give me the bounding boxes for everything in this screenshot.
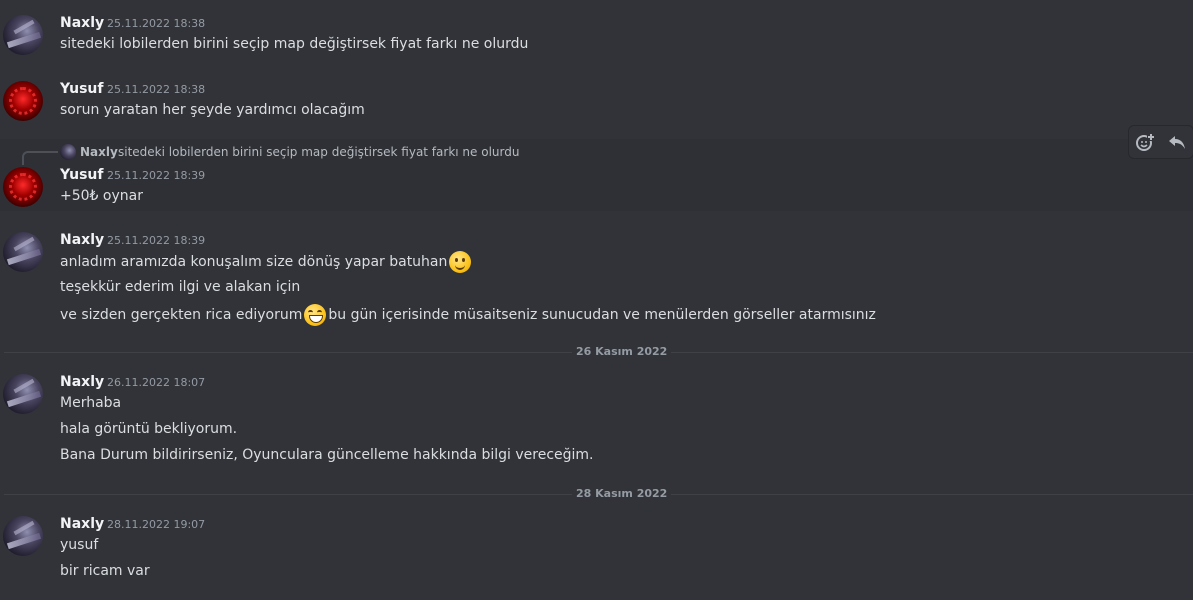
- message-actions-toolbar: [1128, 125, 1193, 159]
- reply-spine: [22, 151, 58, 165]
- author-name[interactable]: Naxly: [60, 15, 104, 31]
- avatar[interactable]: [3, 167, 43, 207]
- add-reaction-button[interactable]: [1133, 130, 1157, 154]
- message-content: sorun yaratan her şeyde yardımcı olacağı…: [60, 102, 365, 118]
- author-name[interactable]: Yusuf: [60, 167, 103, 183]
- message-text: anladım aramızda konuşalım size dönüş ya…: [60, 254, 448, 270]
- message-content: hala görüntü bekliyorum.: [60, 421, 238, 437]
- message-timestamp: 26.11.2022 18:07: [107, 376, 206, 389]
- author-name[interactable]: Naxly: [60, 232, 104, 248]
- message-content: ve sizden gerçekten rica ediyorum bu gün…: [60, 304, 876, 326]
- message-content: anladım aramızda konuşalım size dönüş ya…: [60, 251, 473, 273]
- reply-icon: [1169, 136, 1185, 149]
- author-name[interactable]: Naxly: [60, 374, 104, 390]
- author-name[interactable]: Naxly: [60, 516, 104, 532]
- reply-author[interactable]: Naxly: [80, 145, 118, 159]
- message-timestamp: 25.11.2022 18:39: [107, 169, 206, 182]
- chat-messages: Naxly 25.11.2022 18:38 sitedeki lobilerd…: [0, 0, 1193, 600]
- reply-preview-text[interactable]: sitedeki lobilerden birini seçip map değ…: [118, 145, 519, 159]
- add-reaction-icon: [1136, 133, 1155, 151]
- avatar[interactable]: [3, 374, 43, 414]
- message-text: bu gün içerisinde müsaitseniz sunucudan …: [328, 307, 876, 323]
- message-timestamp: 25.11.2022 18:39: [107, 234, 206, 247]
- message-content: yusuf: [60, 537, 99, 553]
- message-content: bir ricam var: [60, 563, 150, 579]
- message-content: sitedeki lobilerden birini seçip map değ…: [60, 36, 529, 52]
- message-content: +50₺ oynar: [60, 188, 143, 204]
- message-content: Bana Durum bildirirseniz, Oyunculara gün…: [60, 447, 594, 463]
- message-timestamp: 25.11.2022 18:38: [107, 17, 206, 30]
- reply-button[interactable]: [1165, 130, 1189, 154]
- message-content: teşekkür ederim ilgi ve alakan için: [60, 279, 301, 295]
- date-divider-label: 28 Kasım 2022: [572, 487, 672, 500]
- reply-avatar[interactable]: [60, 144, 76, 160]
- avatar[interactable]: [3, 516, 43, 556]
- avatar[interactable]: [3, 15, 43, 55]
- avatar[interactable]: [3, 81, 43, 121]
- message-timestamp: 28.11.2022 19:07: [107, 518, 206, 531]
- date-divider-label: 26 Kasım 2022: [572, 345, 672, 358]
- message-timestamp: 25.11.2022 18:38: [107, 83, 206, 96]
- message-content: Merhaba: [60, 395, 122, 411]
- author-name[interactable]: Yusuf: [60, 81, 103, 97]
- avatar[interactable]: [3, 232, 43, 272]
- grinning-face-emoji[interactable]: [304, 304, 327, 326]
- message-text: ve sizden gerçekten rica ediyorum: [60, 307, 303, 323]
- slightly-smiling-face-emoji[interactable]: [449, 251, 472, 273]
